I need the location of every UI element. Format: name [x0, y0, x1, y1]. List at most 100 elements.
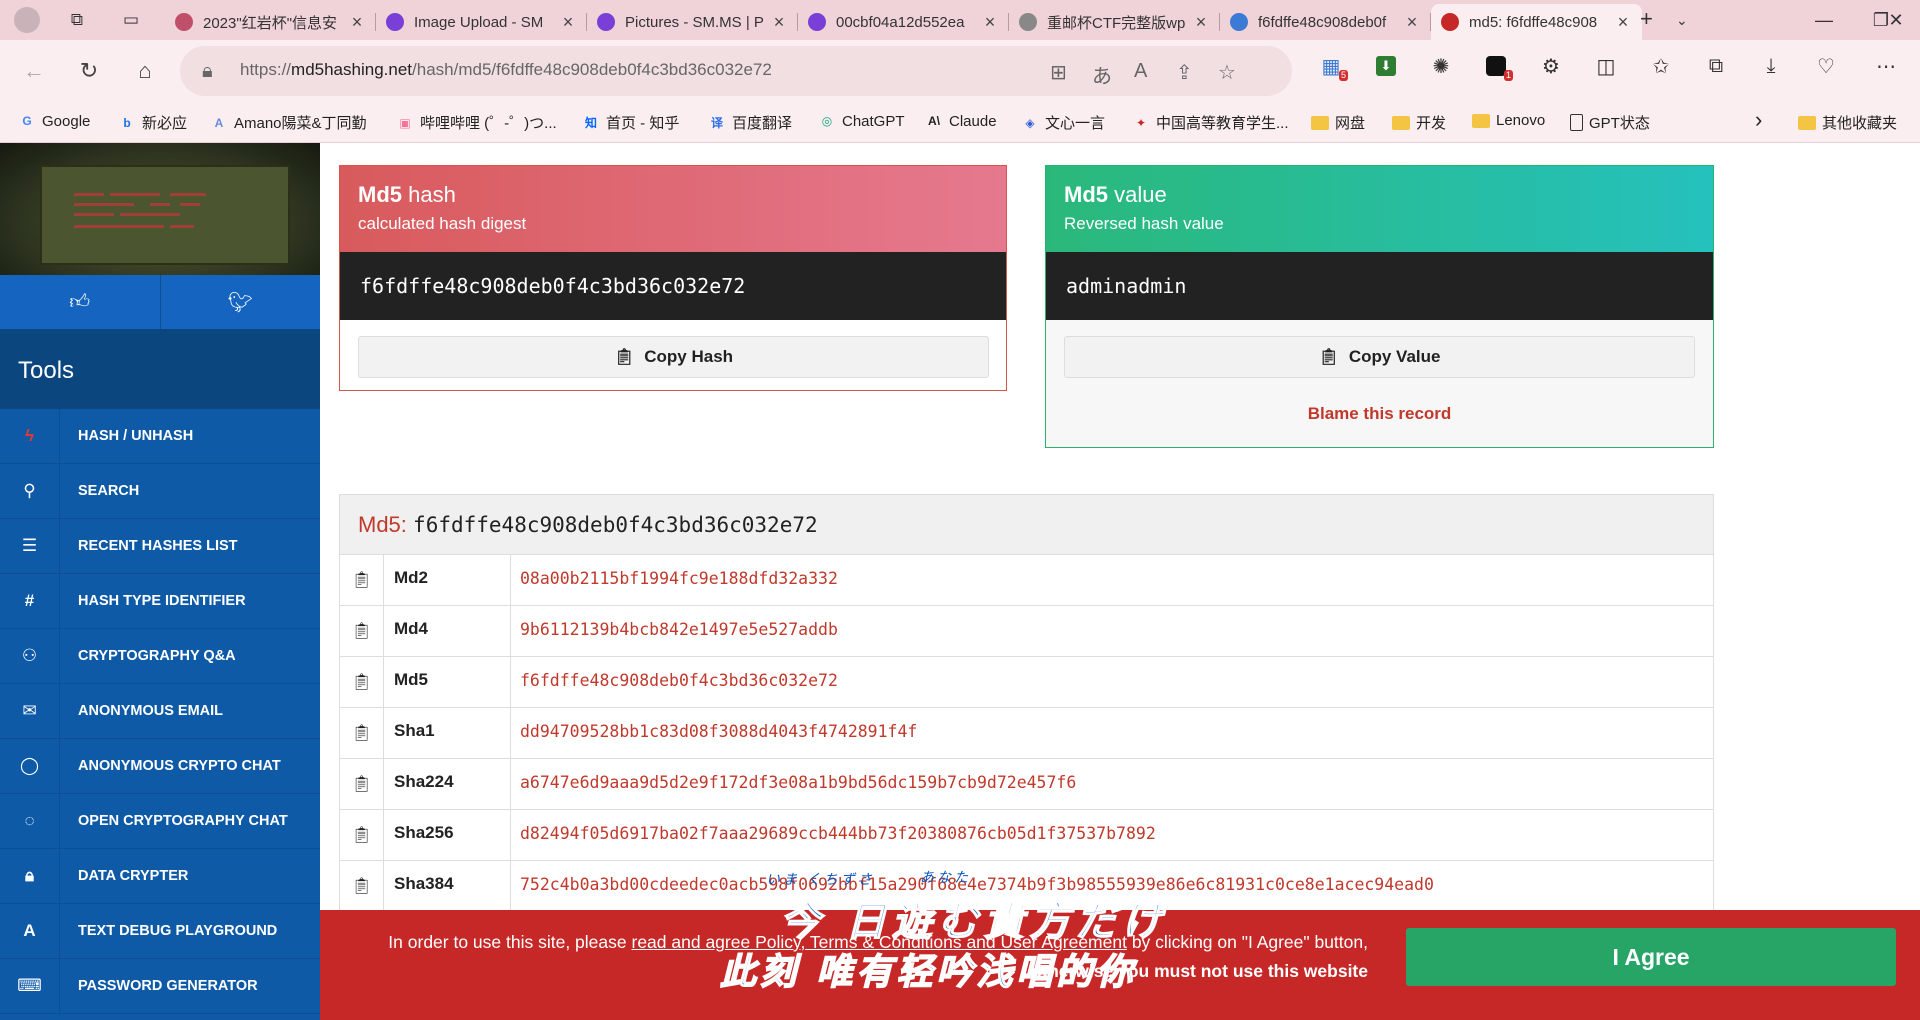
sidebar-item[interactable]: ϟ HASH / UNHASH	[0, 408, 320, 464]
url-text[interactable]: https://md5hashing.net/hash/md5/f6fdffe4…	[240, 60, 772, 80]
policy-link[interactable]: read and agree Policy, Terms & Condition…	[632, 932, 1127, 952]
copy-icon[interactable]: 📋︎	[340, 657, 384, 707]
hash-link[interactable]: d82494f05d6917ba02f7aaa29689ccb444bb73f2…	[520, 824, 1156, 843]
browser-tab[interactable]: Image Upload - SM ×	[376, 4, 587, 40]
refresh-icon[interactable]: ↻	[73, 55, 105, 87]
new-tab-icon[interactable]: +	[1640, 6, 1653, 32]
sidebar-item[interactable]: ☰ RECENT HASHES LIST	[0, 518, 320, 574]
bookmark-item[interactable]: G Google	[18, 112, 90, 130]
bookmark-label: GPT状态	[1589, 115, 1650, 132]
bookmarks-overflow-chevron-icon[interactable]: ›	[1755, 107, 1762, 133]
sidebar-item[interactable]: # HASH TYPE IDENTIFIER	[0, 573, 320, 629]
sidebar-item-label: RECENT HASHES LIST	[78, 538, 238, 554]
bookmark-item[interactable]: 知首页 - 知乎	[582, 112, 679, 133]
read-aloud-icon[interactable]: A	[1134, 60, 1147, 83]
tab-close-icon[interactable]: ×	[348, 12, 366, 33]
i-agree-button[interactable]: I Agree	[1406, 928, 1896, 986]
sidebar-item[interactable]: ⚇ CRYPTOGRAPHY Q&A	[0, 628, 320, 684]
url-bar[interactable]: 🔒︎ https://md5hashing.net/hash/md5/f6fdf…	[180, 46, 1292, 96]
bookmark-item[interactable]: Lenovo	[1472, 112, 1545, 129]
bookmark-item[interactable]: 译百度翻译	[708, 112, 792, 133]
hash-value[interactable]: f6fdffe48c908deb0f4c3bd36c032e72	[340, 252, 1006, 320]
browser-tab[interactable]: 00cbf04a12d552ea ×	[798, 4, 1009, 40]
downloads-icon[interactable]: ⤓	[1758, 53, 1784, 79]
extension-collection-icon[interactable]: ▦ 5	[1318, 53, 1348, 81]
hash-link[interactable]: dd94709528bb1c83d08f3088d4043f4742891f4f	[520, 722, 917, 741]
sidebar-item[interactable]: ✉ ANONYMOUS EMAIL	[0, 683, 320, 739]
tab-close-icon[interactable]: ×	[559, 12, 577, 33]
sidebar-item[interactable]: ⌨ PASSWORD GENERATOR	[0, 958, 320, 1014]
home-icon[interactable]: ⌂	[129, 55, 161, 87]
tab-list-chevron-icon[interactable]: ⌄	[1676, 12, 1688, 29]
hash-link[interactable]: 9b6112139b4bcb842e1497e5e527addb	[520, 620, 838, 639]
workspaces-icon[interactable]: ⧉	[62, 5, 92, 35]
sidebar-item[interactable]: ⚲ SEARCH	[0, 463, 320, 519]
apps-grid-icon[interactable]: ⊞	[1050, 60, 1067, 85]
back-icon[interactable]: ←	[18, 55, 50, 87]
performance-heart-icon[interactable]: ♡	[1813, 53, 1839, 79]
reversed-value[interactable]: adminadmin	[1046, 252, 1713, 320]
bookmark-item[interactable]: ✦ 中国高等教育学生...	[1132, 112, 1289, 133]
share-icon[interactable]: ⇪	[1176, 60, 1193, 85]
tab-actions-icon[interactable]: ▭	[116, 5, 146, 35]
table-header-label: Md5:	[358, 512, 407, 537]
browser-tab[interactable]: f6fdffe48c908deb0f ×	[1220, 4, 1431, 40]
dark-extension-icon[interactable]: 1	[1483, 53, 1513, 81]
tab-close-icon[interactable]: ×	[1192, 12, 1210, 33]
copy-icon[interactable]: 📋︎	[340, 810, 384, 860]
copy-icon[interactable]: 📋︎	[340, 759, 384, 809]
like-thumb-icon[interactable]: 👍︎	[0, 275, 160, 329]
download-extension-icon[interactable]: ⬇	[1373, 53, 1399, 79]
split-screen-icon[interactable]: ◫	[1593, 53, 1619, 79]
bookmark-favicon-icon: 知	[584, 116, 597, 130]
copy-icon[interactable]: 📋︎	[340, 606, 384, 656]
bookmark-label: 文心一言	[1045, 115, 1106, 132]
browser-tab[interactable]: md5: f6fdffe48c908 ×	[1431, 4, 1642, 40]
browser-tab[interactable]: Pictures - SM.MS | P ×	[587, 4, 798, 40]
tab-close-icon[interactable]: ×	[770, 12, 788, 33]
keyboard-icon: ⌨	[0, 958, 60, 1014]
bookmark-label: 网盘	[1335, 115, 1366, 132]
collections-icon[interactable]: ⧉	[1703, 53, 1729, 79]
browser-tab[interactable]: 重邮杯CTF完整版wp ×	[1009, 4, 1220, 40]
bookmark-item[interactable]: ▣ 哔哩哔哩 (゜-゜)つ...	[396, 112, 556, 133]
lock-icon[interactable]: 🔒︎	[202, 60, 213, 83]
copy-hash-button[interactable]: 📋︎ Copy Hash	[358, 336, 989, 378]
sidebar-item[interactable]: ◌ OPEN CRYPTOGRAPHY CHAT	[0, 793, 320, 849]
favorite-star-icon[interactable]: ☆	[1218, 60, 1236, 85]
copy-icon[interactable]: 📋︎	[340, 861, 384, 911]
favorites-icon[interactable]: ✩	[1648, 53, 1674, 79]
close-window-icon[interactable]: ✕	[1876, 5, 1916, 35]
settings-more-icon[interactable]: ⋯	[1873, 53, 1899, 79]
hash-link[interactable]: 752c4b0a3bd00cdeedec0acb598f0692bbf15a29…	[520, 875, 1434, 894]
tab-close-icon[interactable]: ×	[1403, 12, 1421, 33]
browser-tab[interactable]: 2023"红岩杯"信息安 ×	[165, 4, 376, 40]
hash-link[interactable]: f6fdffe48c908deb0f4c3bd36c032e72	[520, 671, 838, 690]
sidebar-item[interactable]: A TEXT DEBUG PLAYGROUND	[0, 903, 320, 959]
minimize-icon[interactable]: —	[1804, 5, 1844, 35]
copy-icon[interactable]: 📋︎	[340, 708, 384, 758]
hash-link[interactable]: 08a00b2115bf1994fc9e188dfd32a332	[520, 569, 838, 588]
other-bookmarks-folder[interactable]: 其他收藏夹	[1798, 112, 1897, 133]
bookmark-item[interactable]: GPT状态	[1570, 112, 1650, 133]
tab-close-icon[interactable]: ×	[1614, 12, 1632, 33]
bookmark-item[interactable]: ◈ 文心一言	[1021, 112, 1105, 133]
bookmark-item[interactable]: ◎ ChatGPT	[818, 112, 905, 130]
blame-record-link[interactable]: Blame this record	[1046, 404, 1713, 424]
sidebar-item[interactable]: 🔒︎ DATA CRYPTER	[0, 848, 320, 904]
hash-link[interactable]: a6747e6d9aaa9d5d2e9f172df3e08a1b9bd56dc1…	[520, 773, 1076, 792]
tab-close-icon[interactable]: ×	[981, 12, 999, 33]
translate-icon[interactable]: あ	[1092, 60, 1112, 89]
sidebar-item[interactable]: ◯ ANONYMOUS CRYPTO CHAT	[0, 738, 320, 794]
bookmark-item[interactable]: 开发	[1392, 112, 1446, 133]
profile-avatar-icon[interactable]	[12, 5, 42, 35]
bookmark-item[interactable]: A\ Claude	[925, 112, 997, 130]
extensions-puzzle-icon[interactable]: ⚙	[1538, 53, 1564, 79]
copy-icon[interactable]: 📋︎	[340, 555, 384, 605]
bookmark-item[interactable]: 网盘	[1311, 112, 1365, 133]
bookmark-item[interactable]: A Amano陽菜&丁同勤	[210, 112, 367, 133]
copy-value-button[interactable]: 📋︎ Copy Value	[1064, 336, 1695, 378]
twitter-bird-icon[interactable]: 🐦︎	[159, 275, 321, 329]
bookmark-item[interactable]: b 新必应	[118, 112, 187, 133]
openai-extension-icon[interactable]: ✺	[1428, 53, 1454, 79]
